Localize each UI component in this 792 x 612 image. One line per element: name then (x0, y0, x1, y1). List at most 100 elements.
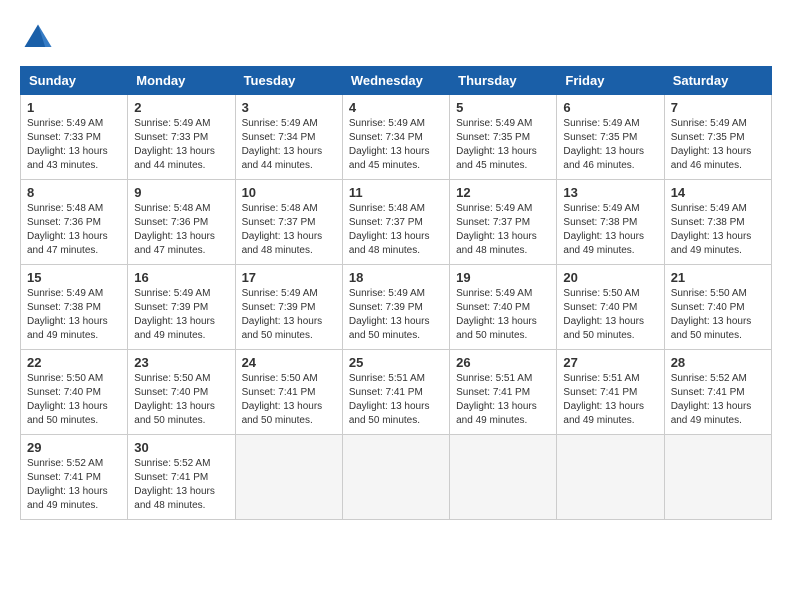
day-number: 28 (671, 355, 765, 370)
col-header-friday: Friday (557, 67, 664, 95)
day-number: 3 (242, 100, 336, 115)
day-number: 8 (27, 185, 121, 200)
day-number: 20 (563, 270, 657, 285)
calendar-cell: 18Sunrise: 5:49 AM Sunset: 7:39 PM Dayli… (342, 265, 449, 350)
day-number: 7 (671, 100, 765, 115)
day-number: 26 (456, 355, 550, 370)
day-info: Sunrise: 5:50 AM Sunset: 7:40 PM Dayligh… (27, 372, 121, 428)
day-number: 24 (242, 355, 336, 370)
day-info: Sunrise: 5:49 AM Sunset: 7:35 PM Dayligh… (671, 117, 765, 173)
day-number: 27 (563, 355, 657, 370)
day-info: Sunrise: 5:49 AM Sunset: 7:34 PM Dayligh… (349, 117, 443, 173)
day-number: 5 (456, 100, 550, 115)
day-number: 19 (456, 270, 550, 285)
col-header-saturday: Saturday (664, 67, 771, 95)
col-header-wednesday: Wednesday (342, 67, 449, 95)
calendar-cell: 4 Sunrise: 5:49 AM Sunset: 7:34 PM Daylig… (342, 95, 449, 180)
calendar-cell: 20 Sunrise: 5:50 AM Sunset: 7:40 PM Dayli… (557, 265, 664, 350)
calendar-cell: 28 Sunrise: 5:52 AM Sunset: 7:41 PM Dayli… (664, 350, 771, 435)
calendar-cell: 14 Sunrise: 5:49 AM Sunset: 7:38 PM Dayli… (664, 180, 771, 265)
page-header (20, 20, 772, 56)
calendar-cell: 5 Sunrise: 5:49 AM Sunset: 7:35 PM Daylig… (450, 95, 557, 180)
calendar-cell: 25 Sunrise: 5:51 AM Sunset: 7:41 PM Dayli… (342, 350, 449, 435)
day-info: Sunrise: 5:52 AM Sunset: 7:41 PM Dayligh… (27, 457, 121, 513)
day-info: Sunrise: 5:49 AM Sunset: 7:39 PM Dayligh… (242, 287, 336, 343)
logo-icon (20, 20, 56, 56)
calendar-table: SundayMondayTuesdayWednesdayThursdayFrid… (20, 66, 772, 520)
col-header-monday: Monday (128, 67, 235, 95)
day-number: 13 (563, 185, 657, 200)
day-info: Sunrise: 5:49 AM Sunset: 7:39 PM Dayligh… (349, 287, 443, 343)
day-number: 25 (349, 355, 443, 370)
day-info: Sunrise: 5:49 AM Sunset: 7:35 PM Dayligh… (563, 117, 657, 173)
logo (20, 20, 62, 56)
day-info: Sunrise: 5:50 AM Sunset: 7:40 PM Dayligh… (671, 287, 765, 343)
day-number: 6 (563, 100, 657, 115)
day-number: 17 (242, 270, 336, 285)
day-number: 11 (349, 185, 443, 200)
day-number: 22 (27, 355, 121, 370)
day-info: Sunrise: 5:52 AM Sunset: 7:41 PM Dayligh… (671, 372, 765, 428)
calendar-cell: 10 Sunrise: 5:48 AM Sunset: 7:37 PM Dayli… (235, 180, 342, 265)
day-info: Sunrise: 5:48 AM Sunset: 7:36 PM Dayligh… (27, 202, 121, 258)
day-info: Sunrise: 5:51 AM Sunset: 7:41 PM Dayligh… (456, 372, 550, 428)
day-number: 2 (134, 100, 228, 115)
calendar-cell (235, 435, 342, 520)
day-info: Sunrise: 5:49 AM Sunset: 7:37 PM Dayligh… (456, 202, 550, 258)
day-number: 4 (349, 100, 443, 115)
day-info: Sunrise: 5:49 AM Sunset: 7:38 PM Dayligh… (671, 202, 765, 258)
day-number: 1 (27, 100, 121, 115)
day-info: Sunrise: 5:49 AM Sunset: 7:35 PM Dayligh… (456, 117, 550, 173)
day-info: Sunrise: 5:50 AM Sunset: 7:41 PM Dayligh… (242, 372, 336, 428)
day-number: 14 (671, 185, 765, 200)
calendar-cell (342, 435, 449, 520)
calendar-cell: 16 Sunrise: 5:49 AM Sunset: 7:39 PM Dayli… (128, 265, 235, 350)
calendar-cell: 22 Sunrise: 5:50 AM Sunset: 7:40 PM Dayli… (21, 350, 128, 435)
calendar-cell (450, 435, 557, 520)
calendar-cell: 15 Sunrise: 5:49 AM Sunset: 7:38 PM Dayli… (21, 265, 128, 350)
col-header-sunday: Sunday (21, 67, 128, 95)
day-info: Sunrise: 5:49 AM Sunset: 7:33 PM Dayligh… (27, 117, 121, 173)
calendar-cell: 27 Sunrise: 5:51 AM Sunset: 7:41 PM Dayli… (557, 350, 664, 435)
calendar-cell (557, 435, 664, 520)
day-info: Sunrise: 5:48 AM Sunset: 7:37 PM Dayligh… (242, 202, 336, 258)
day-number: 23 (134, 355, 228, 370)
day-info: Sunrise: 5:49 AM Sunset: 7:34 PM Dayligh… (242, 117, 336, 173)
day-info: Sunrise: 5:48 AM Sunset: 7:37 PM Dayligh… (349, 202, 443, 258)
calendar-cell: 3 Sunrise: 5:49 AM Sunset: 7:34 PM Daylig… (235, 95, 342, 180)
calendar-cell: 9 Sunrise: 5:48 AM Sunset: 7:36 PM Daylig… (128, 180, 235, 265)
calendar-cell: 23 Sunrise: 5:50 AM Sunset: 7:40 PM Dayli… (128, 350, 235, 435)
col-header-thursday: Thursday (450, 67, 557, 95)
day-info: Sunrise: 5:51 AM Sunset: 7:41 PM Dayligh… (349, 372, 443, 428)
calendar-cell: 21Sunrise: 5:50 AM Sunset: 7:40 PM Dayli… (664, 265, 771, 350)
day-info: Sunrise: 5:49 AM Sunset: 7:38 PM Dayligh… (27, 287, 121, 343)
calendar-cell: 8 Sunrise: 5:48 AM Sunset: 7:36 PM Daylig… (21, 180, 128, 265)
calendar-cell: 1 Sunrise: 5:49 AM Sunset: 7:33 PM Daylig… (21, 95, 128, 180)
day-number: 15 (27, 270, 121, 285)
calendar-cell: 24 Sunrise: 5:50 AM Sunset: 7:41 PM Dayli… (235, 350, 342, 435)
day-info: Sunrise: 5:50 AM Sunset: 7:40 PM Dayligh… (563, 287, 657, 343)
day-info: Sunrise: 5:49 AM Sunset: 7:33 PM Dayligh… (134, 117, 228, 173)
day-info: Sunrise: 5:49 AM Sunset: 7:39 PM Dayligh… (134, 287, 228, 343)
day-number: 30 (134, 440, 228, 455)
day-info: Sunrise: 5:52 AM Sunset: 7:41 PM Dayligh… (134, 457, 228, 513)
day-number: 29 (27, 440, 121, 455)
calendar-cell (664, 435, 771, 520)
day-info: Sunrise: 5:49 AM Sunset: 7:38 PM Dayligh… (563, 202, 657, 258)
day-number: 10 (242, 185, 336, 200)
calendar-cell: 19Sunrise: 5:49 AM Sunset: 7:40 PM Dayli… (450, 265, 557, 350)
day-info: Sunrise: 5:50 AM Sunset: 7:40 PM Dayligh… (134, 372, 228, 428)
day-info: Sunrise: 5:51 AM Sunset: 7:41 PM Dayligh… (563, 372, 657, 428)
calendar-cell: 11 Sunrise: 5:48 AM Sunset: 7:37 PM Dayli… (342, 180, 449, 265)
col-header-tuesday: Tuesday (235, 67, 342, 95)
calendar-cell: 13 Sunrise: 5:49 AM Sunset: 7:38 PM Dayli… (557, 180, 664, 265)
day-number: 9 (134, 185, 228, 200)
calendar-cell: 2 Sunrise: 5:49 AM Sunset: 7:33 PM Daylig… (128, 95, 235, 180)
calendar-cell: 7 Sunrise: 5:49 AM Sunset: 7:35 PM Daylig… (664, 95, 771, 180)
calendar-cell: 30 Sunrise: 5:52 AM Sunset: 7:41 PM Dayli… (128, 435, 235, 520)
calendar-cell: 6 Sunrise: 5:49 AM Sunset: 7:35 PM Daylig… (557, 95, 664, 180)
day-info: Sunrise: 5:48 AM Sunset: 7:36 PM Dayligh… (134, 202, 228, 258)
calendar-cell: 29 Sunrise: 5:52 AM Sunset: 7:41 PM Dayli… (21, 435, 128, 520)
day-number: 16 (134, 270, 228, 285)
calendar-cell: 17 Sunrise: 5:49 AM Sunset: 7:39 PM Dayli… (235, 265, 342, 350)
